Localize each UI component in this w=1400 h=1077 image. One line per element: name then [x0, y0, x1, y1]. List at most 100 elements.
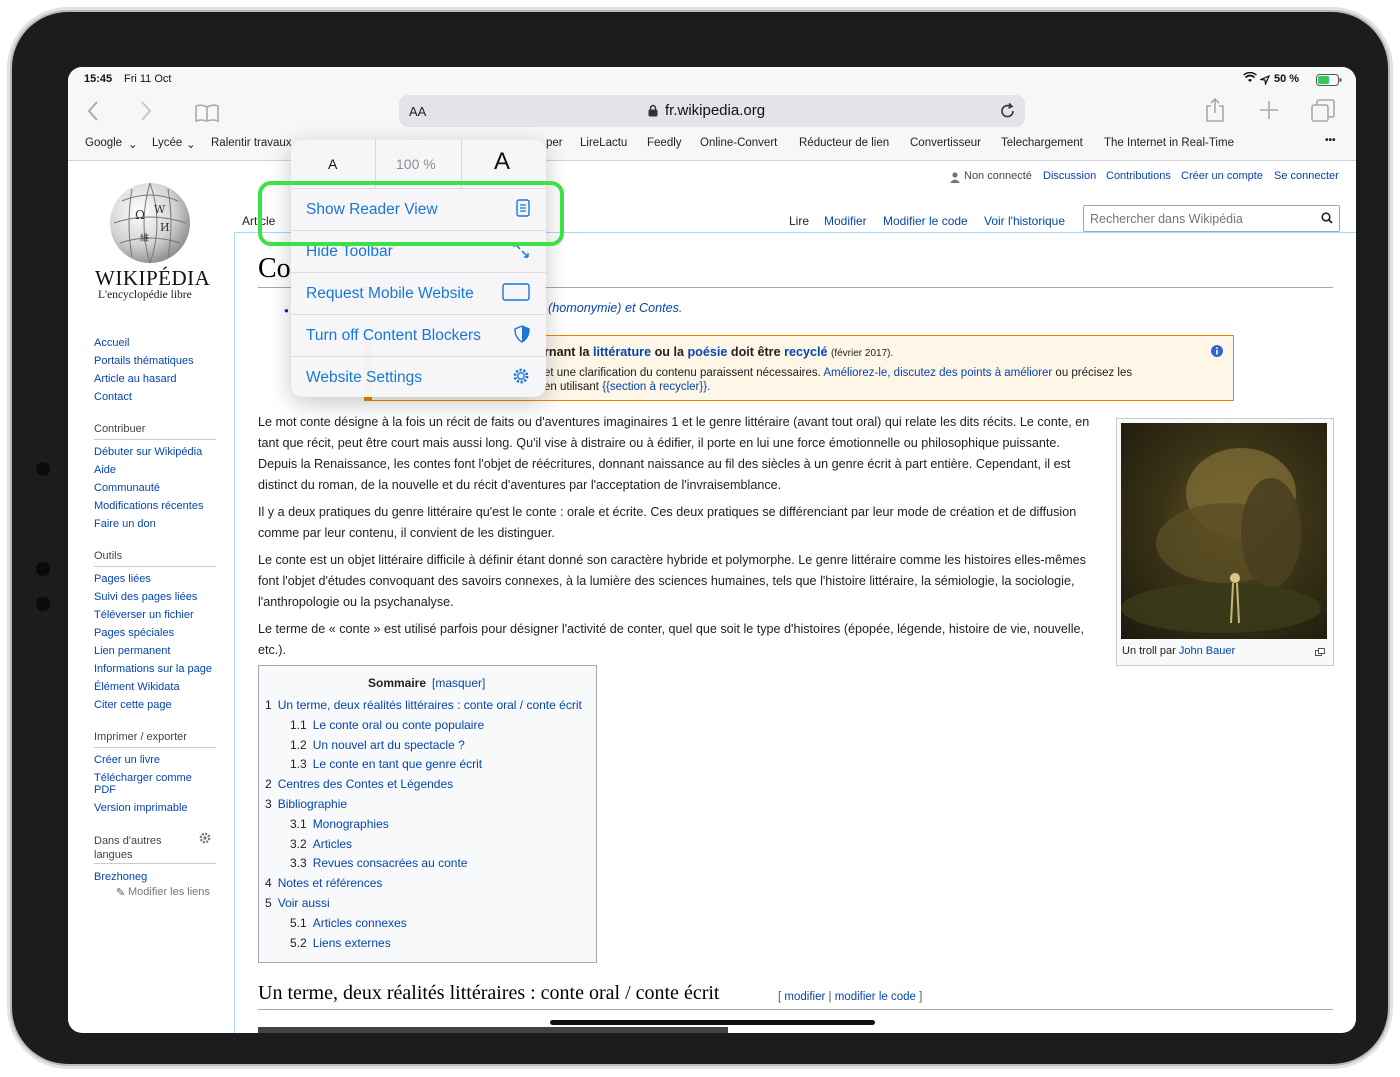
menu-item-request-mobile[interactable]: Request Mobile Website: [291, 272, 546, 315]
sidebar-link-aide[interactable]: Aide: [94, 464, 116, 476]
separator: |: [828, 991, 832, 1003]
homonymie-note[interactable]: (homonymie) et Contes.: [548, 301, 682, 315]
sidebar-link-modifications[interactable]: Modifications récentes: [94, 500, 203, 512]
location-arrow-icon: [1258, 72, 1271, 90]
favorite-telechargement[interactable]: Telechargement: [1001, 137, 1083, 149]
sidebar-link-contact[interactable]: Contact: [94, 391, 132, 403]
wiki-search-input[interactable]: [1088, 209, 1314, 228]
user-link-contributions[interactable]: Contributions: [1106, 170, 1171, 182]
favorite-internet-realtime[interactable]: The Internet in Real-Time: [1104, 137, 1234, 149]
toc-item[interactable]: 1.2 Un nouvel art du spectacle ?: [290, 738, 465, 752]
banner-link-section[interactable]: {{section à recycler}}.: [602, 381, 710, 393]
enlarge-icon[interactable]: [1315, 643, 1325, 661]
toc-item-label: Bibliographie: [277, 797, 348, 811]
sidebar-divider: [94, 566, 216, 567]
sidebar-link-suivi[interactable]: Suivi des pages liées: [94, 591, 197, 603]
banner-link-recycle[interactable]: recyclé: [784, 345, 827, 359]
banner-link-ameliorez[interactable]: Améliorez-le: [823, 367, 887, 379]
section-edit-code-link[interactable]: modifier le code: [835, 991, 916, 1003]
sidebar-link-portails[interactable]: Portails thématiques: [94, 355, 194, 367]
gear-icon[interactable]: [198, 831, 212, 850]
toc-item[interactable]: 4 Notes et références: [265, 876, 382, 890]
menu-item-website-settings[interactable]: Website Settings: [291, 356, 546, 397]
tab-historique[interactable]: Voir l'historique: [984, 214, 1065, 228]
chevron-down-icon: ⌄: [186, 139, 196, 151]
toc-item[interactable]: 3 Bibliographie: [265, 797, 347, 811]
user-not-connected: Non connecté: [964, 170, 1032, 182]
tab-modifier-code[interactable]: Modifier le code: [883, 214, 968, 228]
reader-aa-button[interactable]: AA: [409, 104, 426, 119]
sidebar-link-hasard[interactable]: Article au hasard: [94, 373, 177, 385]
sidebar-link-permanent[interactable]: Lien permanent: [94, 645, 170, 657]
toc-item[interactable]: 5.2 Liens externes: [290, 936, 391, 950]
sidebar-link-imprimable[interactable]: Version imprimable: [94, 802, 188, 814]
favorite-lirelactu[interactable]: LireLactu: [580, 137, 627, 149]
banner-line2: et une clarification du contenu paraisse…: [544, 367, 1132, 379]
toc-item[interactable]: 1.3 Le conte en tant que genre écrit: [290, 757, 482, 771]
toc-item[interactable]: 1.1 Le conte oral ou conte populaire: [290, 718, 484, 732]
toc-hide-button[interactable]: [masquer]: [432, 676, 485, 690]
sidebar-link-brezhoneg[interactable]: Brezhoneg: [94, 871, 147, 883]
toc-item[interactable]: 3.1 Monographies: [290, 817, 389, 831]
banner-text: en utilisant: [544, 381, 599, 393]
sidebar-link-televerser[interactable]: Téléverser un fichier: [94, 609, 194, 621]
favorite-google[interactable]: Google: [85, 137, 122, 149]
sidebar-heading-langues: Dans d'autres langues: [94, 835, 162, 861]
reload-icon[interactable]: [999, 102, 1017, 125]
toc-item[interactable]: 1 Un terme, deux réalités littéraires : c…: [265, 698, 582, 712]
search-icon[interactable]: [1321, 211, 1333, 229]
sidebar-link-speciales[interactable]: Pages spéciales: [94, 627, 174, 639]
sidebar-divider: [94, 863, 216, 864]
user-link-login[interactable]: Se connecter: [1274, 170, 1339, 182]
sidebar-link-livre[interactable]: Créer un livre: [94, 754, 160, 766]
wiki-search-box[interactable]: [1083, 205, 1340, 232]
info-icon[interactable]: [1211, 344, 1223, 362]
favorite-feedly[interactable]: Feedly: [647, 137, 682, 149]
user-link-create-account[interactable]: Créer un compte: [1181, 170, 1263, 182]
toc-item[interactable]: 5 Voir aussi: [265, 896, 330, 910]
sidebar-link-citer[interactable]: Citer cette page: [94, 699, 172, 711]
banner-link-litterature[interactable]: littérature: [593, 345, 651, 359]
sidebar-link-accueil[interactable]: Accueil: [94, 337, 129, 349]
back-button[interactable]: [86, 100, 100, 128]
favorite-reducteur[interactable]: Réducteur de lien: [799, 137, 889, 149]
user-link-discussion[interactable]: Discussion: [1043, 170, 1096, 182]
share-icon[interactable]: [1205, 97, 1225, 129]
sidebar-link-pages-liees[interactable]: Pages liées: [94, 573, 151, 585]
favorite-online-convert[interactable]: Online-Convert: [700, 137, 777, 149]
toc-item[interactable]: 3.2 Articles: [290, 837, 352, 851]
sidebar-link-debuter[interactable]: Débuter sur Wikipédia: [94, 446, 202, 458]
tab-lire[interactable]: Lire: [789, 214, 809, 228]
toc-item[interactable]: 5.1 Articles connexes: [290, 916, 407, 930]
address-bar[interactable]: AA fr.wikipedia.org: [399, 95, 1025, 127]
favorite-lycee[interactable]: Lycée: [152, 137, 182, 149]
wikipedia-globe-logo[interactable]: Ω W И 維: [102, 171, 198, 272]
sidebar-link-don[interactable]: Faire un don: [94, 518, 156, 530]
troll-image[interactable]: [1121, 423, 1327, 639]
banner-text: rnant la: [544, 345, 590, 359]
edit-language-links[interactable]: Modifier les liens: [128, 886, 210, 898]
toc-item[interactable]: 2 Centres des Contes et Légendes: [265, 777, 453, 791]
banner-link-discutez[interactable]: , discutez des points à améliorer: [887, 367, 1052, 379]
toc-item-number: 3.2: [290, 836, 307, 851]
favorite-convertisseur[interactable]: Convertisseur: [910, 137, 981, 149]
menu-item-content-blockers[interactable]: Turn off Content Blockers: [291, 314, 546, 357]
favorite-partial[interactable]: per: [546, 137, 563, 149]
forward-button[interactable]: [139, 100, 153, 128]
sidebar-link-informations[interactable]: Informations sur la page: [94, 663, 212, 675]
sidebar-link-pdf[interactable]: Télécharger comme PDF: [94, 772, 204, 796]
reader-options-popover: A 100 % A Show Reader View Hide Toolbar: [291, 140, 546, 397]
sidebar-link-wikidata[interactable]: Élément Wikidata: [94, 681, 180, 693]
banner-link-poesie[interactable]: poésie: [687, 345, 727, 359]
caption-link-john-bauer[interactable]: John Bauer: [1179, 645, 1235, 657]
toc-item[interactable]: 3.3 Revues consacrées au conte: [290, 856, 467, 870]
tabs-overview-icon[interactable]: [1311, 99, 1335, 129]
home-indicator[interactable]: [550, 1020, 875, 1025]
new-tab-plus-icon[interactable]: [1259, 100, 1279, 126]
favorite-ralentir[interactable]: Ralentir travaux: [211, 137, 292, 149]
more-favorites-button[interactable]: •••: [1325, 135, 1336, 146]
sidebar-link-communaute[interactable]: Communauté: [94, 482, 160, 494]
bookmarks-book-icon[interactable]: [195, 102, 219, 128]
tab-modifier[interactable]: Modifier: [824, 214, 867, 228]
section-edit-link[interactable]: modifier: [784, 991, 825, 1003]
